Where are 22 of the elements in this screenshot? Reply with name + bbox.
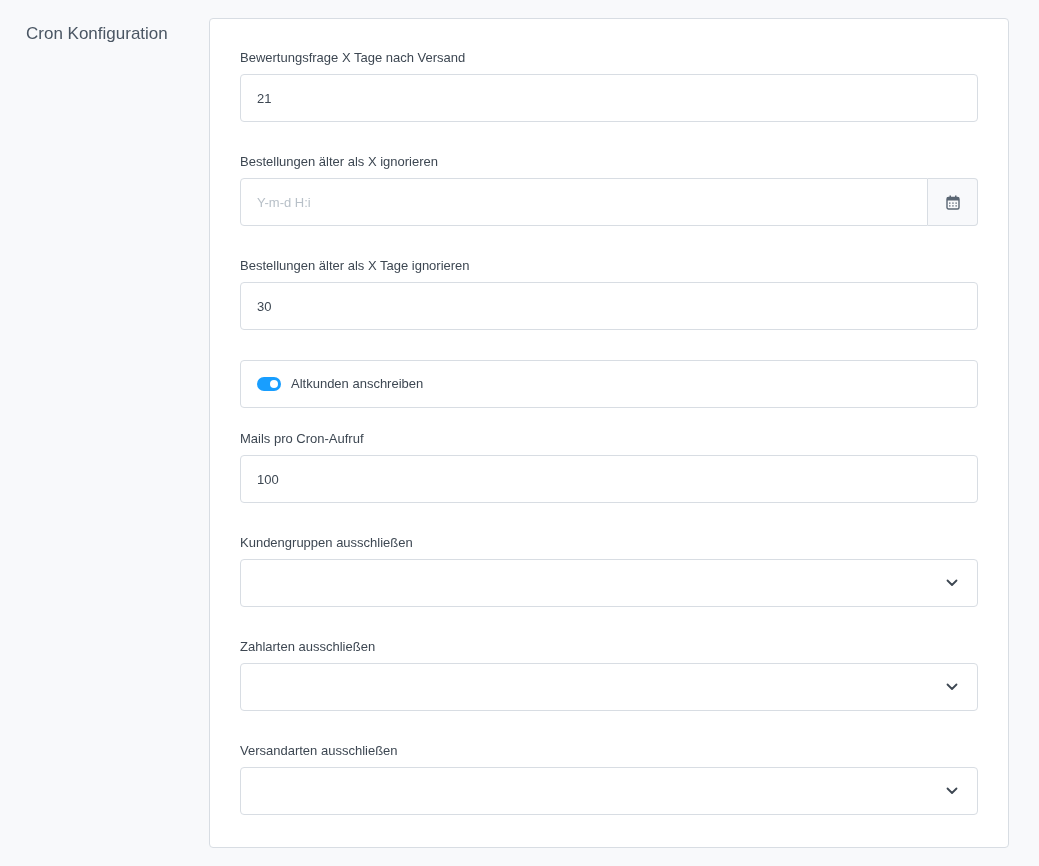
input-field[interactable]: 21	[240, 74, 978, 122]
field-label: Bewertungsfrage X Tage nach Versand	[240, 49, 467, 67]
select-dropdown[interactable]	[240, 767, 978, 815]
toggle-switch[interactable]	[257, 377, 281, 391]
field-label: Kundengruppen ausschließen	[240, 534, 414, 552]
calendar-icon	[945, 194, 960, 210]
section-title: Cron Konfiguration	[26, 24, 168, 43]
select-dropdown[interactable]	[240, 663, 978, 711]
field-label: Zahlarten ausschließen	[240, 638, 377, 656]
chevron-down-icon	[946, 683, 958, 691]
calendar-button[interactable]	[928, 178, 978, 226]
input-field[interactable]: 30	[240, 282, 978, 330]
select-dropdown[interactable]	[240, 559, 978, 607]
input-field[interactable]: 100	[240, 455, 978, 503]
field-label: Bestellungen älter als X ignorieren	[240, 153, 439, 171]
field-label: Bestellungen älter als X Tage ignorieren	[240, 257, 471, 275]
field-label: Versandarten ausschließen	[240, 742, 399, 760]
chevron-down-icon	[946, 579, 958, 587]
date-field[interactable]: Y-m-d H:i	[240, 178, 928, 226]
chevron-down-icon	[946, 787, 958, 795]
field-label: Mails pro Cron-Aufruf	[240, 430, 365, 448]
switch-label: Altkunden anschreiben	[291, 375, 424, 394]
